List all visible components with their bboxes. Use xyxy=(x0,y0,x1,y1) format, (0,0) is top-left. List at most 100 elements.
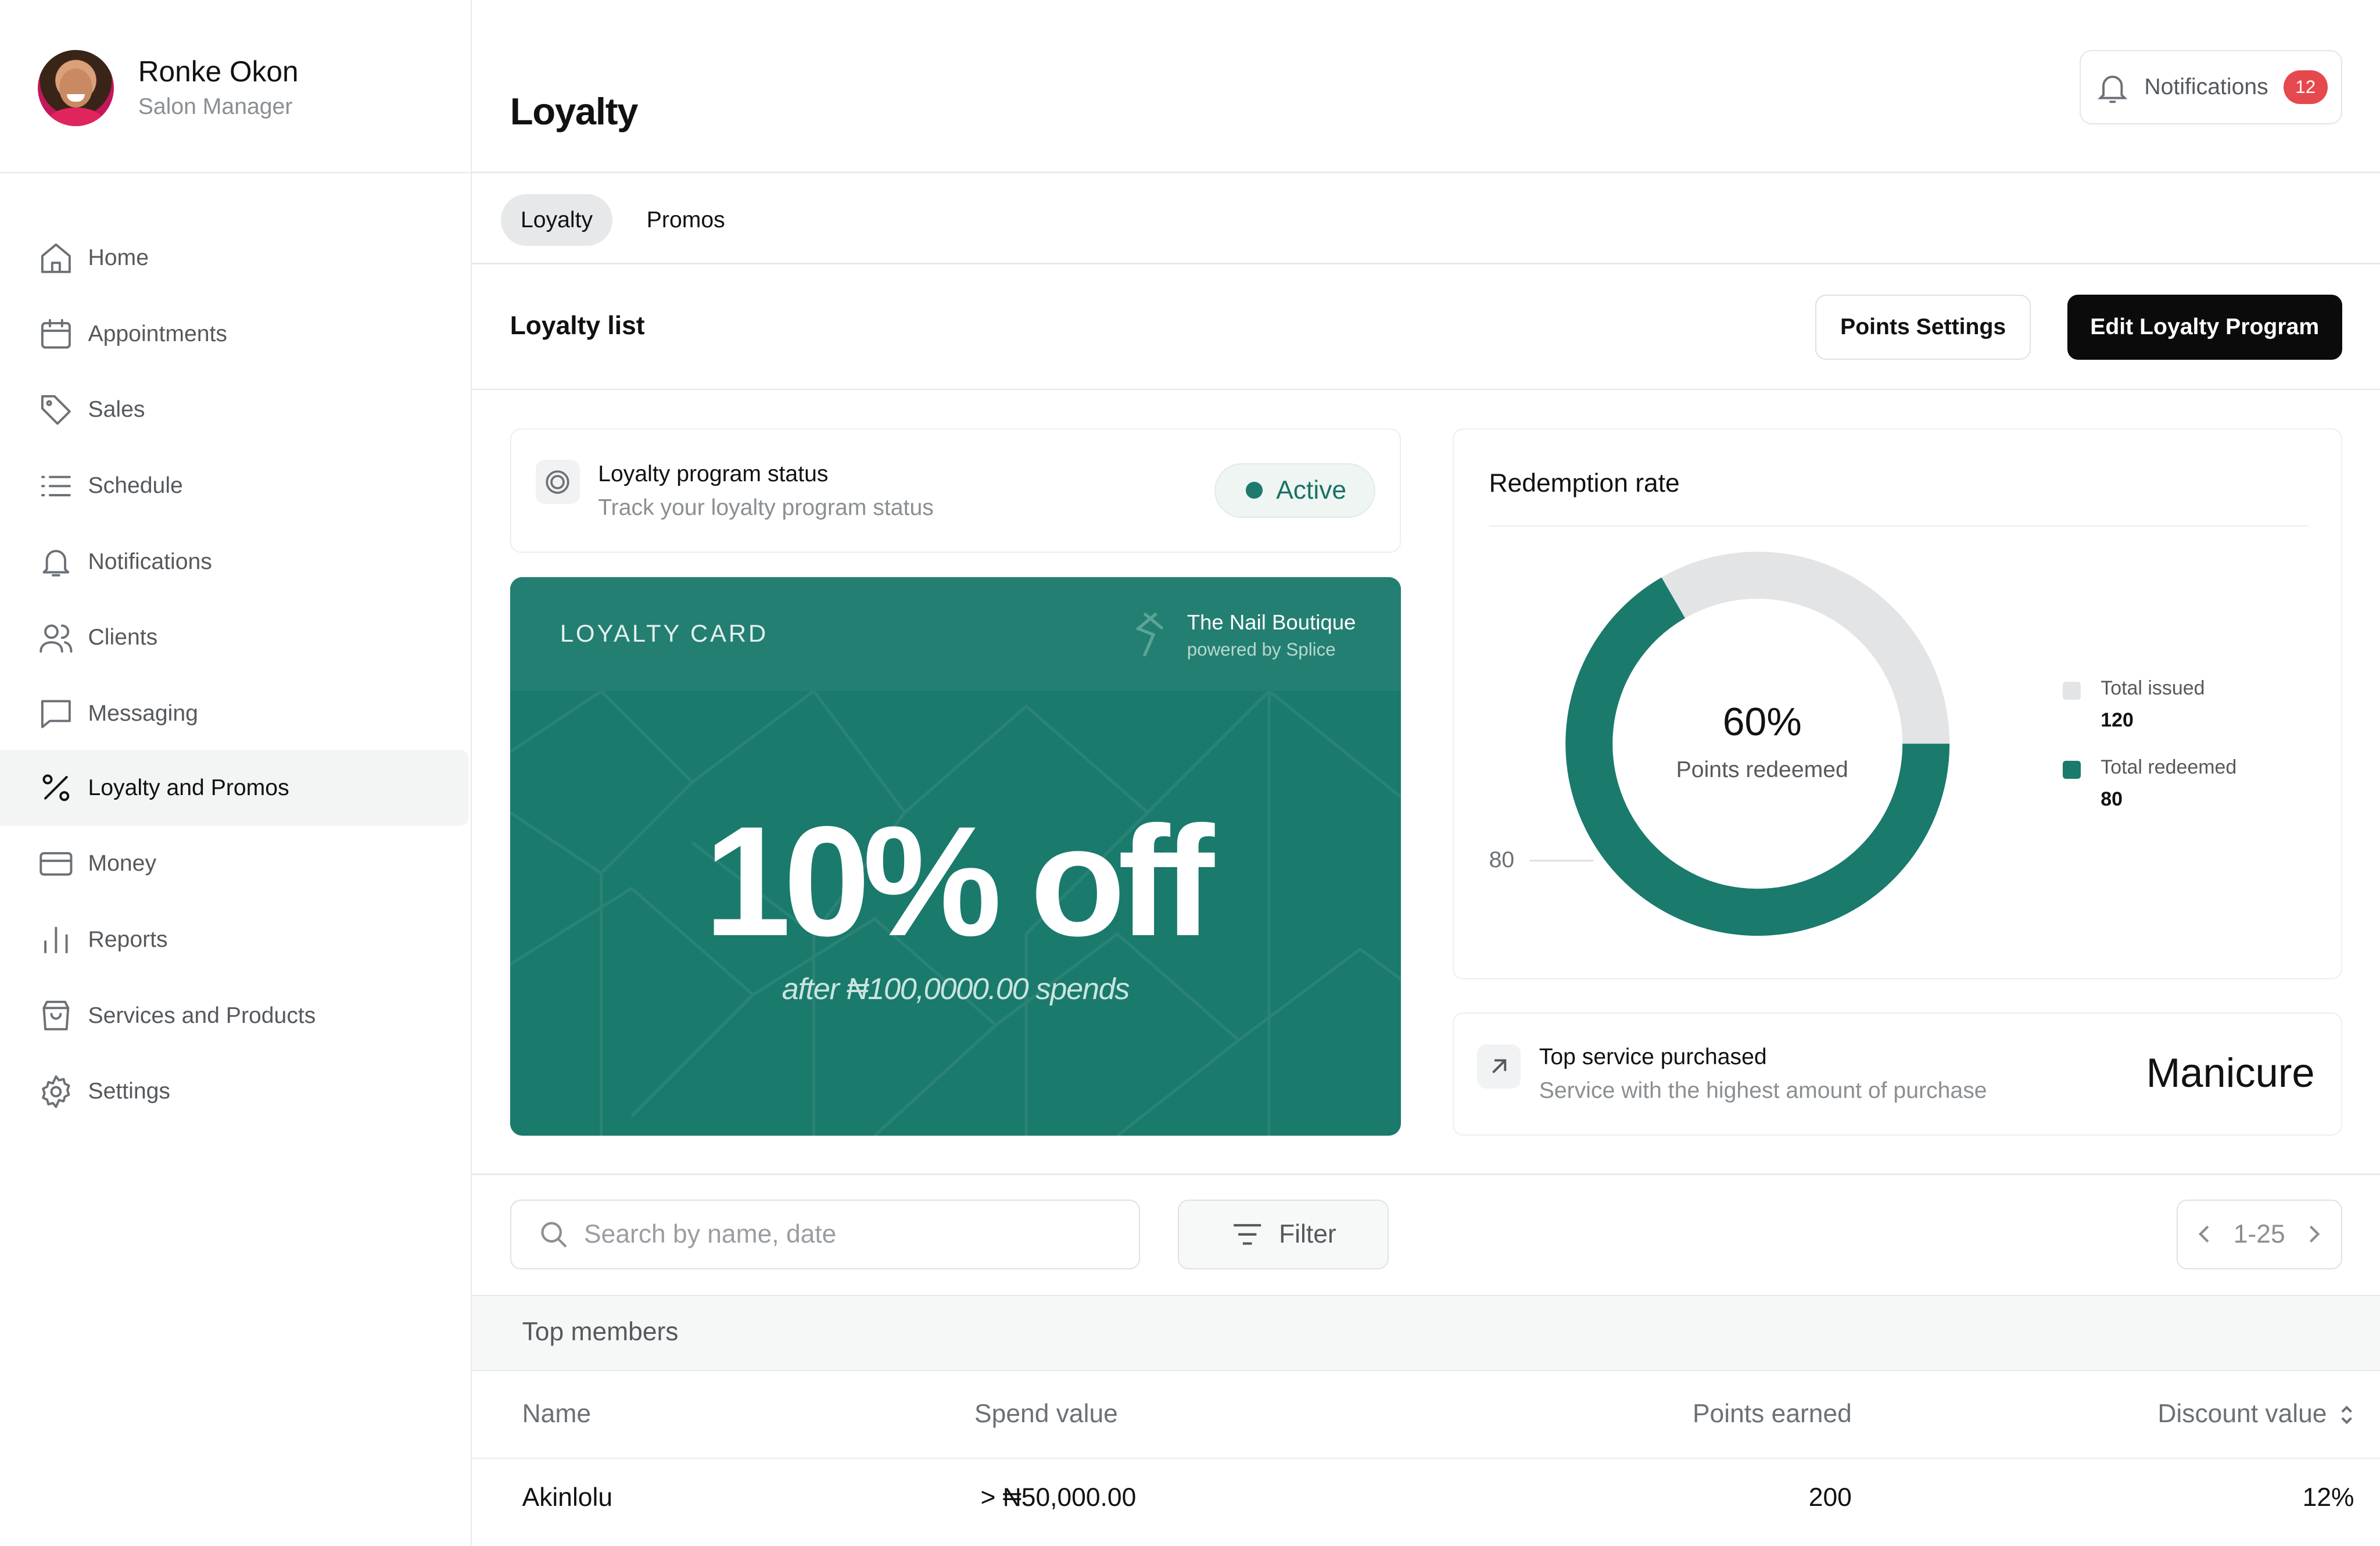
sidebar-item-label: Appointments xyxy=(88,321,228,346)
column-header-points-earned[interactable]: Points earned xyxy=(1548,1400,1852,1429)
status-value: Active xyxy=(1276,475,1347,504)
status-dot xyxy=(1245,482,1263,499)
bell-icon xyxy=(38,543,74,580)
divider xyxy=(472,171,2380,173)
sidebar-item-clients[interactable]: Clients xyxy=(0,600,469,676)
legend-label-issued: Total issued xyxy=(2101,677,2205,700)
home-icon xyxy=(38,240,74,277)
splice-logo-icon xyxy=(1126,607,1175,662)
pagination: 1-25 xyxy=(2176,1199,2342,1269)
sidebar-item-sales[interactable]: Sales xyxy=(0,372,469,448)
column-header-name[interactable]: Name xyxy=(522,1400,591,1429)
gear-icon xyxy=(38,1073,74,1110)
notifications-label: Notifications xyxy=(2144,74,2268,100)
sidebar-item-label: Notifications xyxy=(88,549,212,574)
sidebar-item-label: Clients xyxy=(88,625,158,650)
loyalty-card-powered-by: powered by Splice xyxy=(1187,639,1336,660)
bar-chart-icon xyxy=(38,922,74,958)
sidebar-item-settings[interactable]: Settings xyxy=(0,1054,469,1130)
filter-icon xyxy=(1233,1223,1261,1245)
sidebar-item-label: Settings xyxy=(88,1079,171,1104)
top-service-value: Manicure xyxy=(2146,1050,2315,1096)
filter-label: Filter xyxy=(1279,1219,1336,1248)
table-cell-name[interactable]: Akinlolu xyxy=(522,1483,612,1512)
page-title: Loyalty xyxy=(510,90,639,133)
status-title: Loyalty program status xyxy=(598,461,829,487)
sidebar-item-label: Money xyxy=(88,851,157,876)
notifications-count-badge: 12 xyxy=(2283,70,2328,104)
sidebar-item-home[interactable]: Home xyxy=(0,220,469,296)
filter-button[interactable]: Filter xyxy=(1178,1199,1389,1269)
divider xyxy=(472,1173,2380,1175)
chevron-left-icon[interactable] xyxy=(2196,1223,2214,1245)
loyalty-card-offer: 10% off xyxy=(704,793,1214,969)
sidebar-item-money[interactable]: Money xyxy=(0,826,469,902)
avatar[interactable] xyxy=(38,50,114,126)
status-badge[interactable]: Active xyxy=(1214,463,1375,518)
percent-icon xyxy=(38,770,74,806)
loyalty-card-terms: after ₦100,0000.00 spends xyxy=(782,972,1130,1006)
sidebar-item-label: Sales xyxy=(88,397,145,423)
message-icon xyxy=(38,695,74,732)
loyalty-card-brand: The Nail Boutique xyxy=(1187,610,1356,635)
sidebar-item-label: Loyalty and Promos xyxy=(88,775,289,800)
sidebar-item-notifications[interactable]: Notifications xyxy=(0,524,469,600)
sidebar-item-loyalty-and-promos[interactable]: Loyalty and Promos xyxy=(0,750,469,826)
section-title: Loyalty list xyxy=(510,311,645,340)
sidebar-item-schedule[interactable]: Schedule xyxy=(0,448,469,524)
table-caption-bar xyxy=(472,1295,2380,1371)
arrow-up-right-icon xyxy=(1476,1044,1521,1089)
divider xyxy=(472,388,2380,391)
divider xyxy=(1489,525,2309,527)
redemption-rate-title: Redemption rate xyxy=(1489,469,1680,498)
search-icon xyxy=(541,1222,567,1248)
table-cell-discount: 12% xyxy=(2302,1483,2354,1512)
users-icon xyxy=(38,620,74,656)
donut-center-percent: 60% xyxy=(1722,700,1802,745)
column-header-discount-value[interactable]: Discount value xyxy=(2023,1400,2327,1429)
legend-value-redeemed: 80 xyxy=(2101,788,2123,810)
edit-loyalty-program-button[interactable]: Edit Loyalty Program xyxy=(2067,294,2342,360)
chevron-right-icon[interactable] xyxy=(2304,1223,2322,1245)
legend-swatch-redeemed xyxy=(2062,760,2081,779)
tab-loyalty[interactable]: Loyalty xyxy=(501,194,613,246)
sidebar-item-appointments[interactable]: Appointments xyxy=(0,296,469,372)
shopping-bag-icon xyxy=(38,997,74,1034)
bell-icon xyxy=(2097,76,2128,103)
sidebar-item-services-and-products[interactable]: Services and Products xyxy=(0,978,469,1054)
donut-axis-label: 80 xyxy=(1489,847,1515,872)
sidebar-item-label: Schedule xyxy=(88,473,183,498)
legend-swatch-issued xyxy=(2062,681,2081,700)
top-service-subtitle: Service with the highest amount of purch… xyxy=(1539,1078,1987,1103)
sidebar-item-label: Messaging xyxy=(88,700,198,726)
column-header-spend-value[interactable]: Spend value xyxy=(974,1400,1118,1429)
legend-label-redeemed: Total redeemed xyxy=(2101,756,2237,778)
loyalty-card-label: LOYALTY CARD xyxy=(560,619,769,647)
tab-promos[interactable]: Promos xyxy=(627,194,745,246)
status-icon xyxy=(536,460,580,504)
list-icon xyxy=(38,468,74,504)
sort-icon[interactable] xyxy=(2338,1401,2356,1429)
calendar-icon xyxy=(38,316,74,352)
search-input[interactable] xyxy=(584,1219,1101,1249)
card-icon xyxy=(38,846,74,882)
divider xyxy=(472,262,2380,264)
table-cell-spend: > ₦50,000.00 xyxy=(980,1483,1137,1512)
divider xyxy=(472,1457,2380,1459)
tag-icon xyxy=(38,392,74,428)
search-box[interactable] xyxy=(510,1199,1140,1269)
notifications-button[interactable]: Notifications 12 xyxy=(2079,50,2342,125)
pagination-range: 1-25 xyxy=(2233,1219,2285,1248)
sidebar-item-label: Services and Products xyxy=(88,1003,316,1028)
user-role: Salon Manager xyxy=(138,94,293,119)
sidebar-item-reports[interactable]: Reports xyxy=(0,902,469,978)
points-settings-button[interactable]: Points Settings xyxy=(1815,294,2031,360)
status-subtitle: Track your loyalty program status xyxy=(598,495,934,520)
user-name: Ronke Okon xyxy=(138,55,299,88)
top-service-title: Top service purchased xyxy=(1539,1044,1767,1070)
sidebar-item-messaging[interactable]: Messaging xyxy=(0,675,469,751)
table-cell-points: 200 xyxy=(1808,1483,1852,1512)
legend-value-issued: 120 xyxy=(2101,708,2134,731)
sidebar-item-label: Reports xyxy=(88,926,168,952)
table-caption: Top members xyxy=(522,1318,679,1347)
